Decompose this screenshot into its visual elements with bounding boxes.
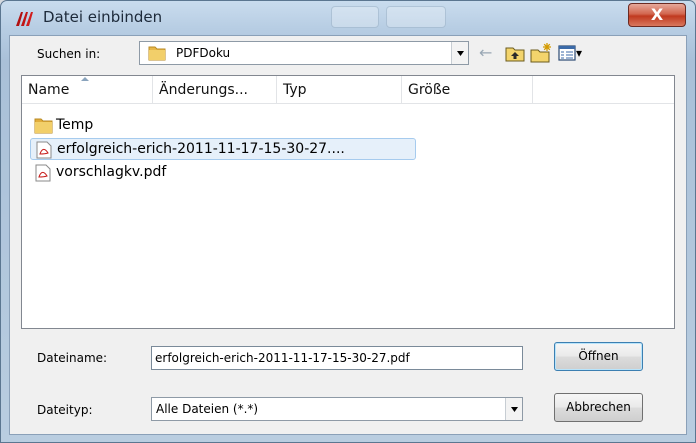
column-header-name-label: Name: [28, 82, 70, 98]
lookin-label: Suchen in:: [37, 47, 101, 61]
new-folder-icon[interactable]: [530, 42, 552, 64]
title-bar: Datei einbinden X: [1, 1, 695, 35]
list-item[interactable]: erfolgreich-erich-2011-11-17-15-30-27...…: [30, 138, 416, 160]
column-header-type-label: Typ: [283, 82, 307, 98]
list-item[interactable]: Temp: [30, 115, 230, 137]
filetype-dropdown[interactable]: Alle Dateien (*.*): [151, 397, 523, 421]
file-name: erfolgreich-erich-2011-11-17-15-30-27...…: [57, 141, 345, 157]
lookin-dropdown-arrow[interactable]: [451, 42, 468, 64]
column-header-modified-label: Änderungs...: [159, 82, 248, 98]
file-name: vorschlagkv.pdf: [56, 164, 167, 180]
pdf-file-icon: [36, 141, 52, 159]
filetype-value: Alle Dateien (*.*): [156, 402, 259, 416]
app-logo-icon: [16, 12, 33, 26]
blurred-background-element: [386, 6, 446, 28]
window-title: Datei einbinden: [43, 8, 163, 26]
chevron-down-icon: [456, 51, 464, 56]
file-list-header: Name Änderungs... Typ Größe: [22, 76, 674, 104]
lookin-value: PDFDoku: [176, 46, 231, 60]
column-header-modified[interactable]: Änderungs...: [153, 76, 277, 103]
open-button[interactable]: Öffnen: [554, 342, 643, 371]
cancel-button[interactable]: Abbrechen: [554, 393, 643, 422]
close-button[interactable]: X: [628, 3, 686, 27]
filename-input[interactable]: erfolgreich-erich-2011-11-17-15-30-27.pd…: [151, 346, 523, 370]
file-name: Temp: [56, 117, 94, 133]
column-header-name[interactable]: Name: [22, 76, 153, 103]
blurred-background-element: [331, 6, 379, 28]
folder-icon: [148, 46, 166, 61]
lookin-dropdown[interactable]: PDFDoku: [139, 41, 469, 65]
list-item[interactable]: vorschlagkv.pdf: [30, 162, 230, 184]
folder-icon: [34, 118, 53, 134]
filename-label: Dateiname:: [37, 351, 108, 365]
view-menu-icon[interactable]: [557, 42, 577, 64]
view-dropdown-icon[interactable]: ▾: [576, 42, 586, 64]
pdf-file-icon: [35, 164, 51, 182]
column-header-type[interactable]: Typ: [277, 76, 402, 103]
column-header-size-label: Größe: [408, 82, 451, 98]
filetype-label: Dateityp:: [37, 403, 93, 417]
up-folder-icon[interactable]: [504, 42, 526, 64]
file-list[interactable]: Name Änderungs... Typ Größe Temp erfolgr…: [21, 75, 675, 329]
dialog-window: Datei einbinden X Suchen in: PDFDoku ← ▾: [0, 0, 696, 443]
column-header-size[interactable]: Größe: [402, 76, 533, 103]
sort-ascending-icon: [81, 77, 89, 81]
filetype-dropdown-arrow[interactable]: [505, 398, 522, 420]
back-arrow-icon[interactable]: ←: [479, 42, 495, 64]
chevron-down-icon: [510, 407, 518, 412]
